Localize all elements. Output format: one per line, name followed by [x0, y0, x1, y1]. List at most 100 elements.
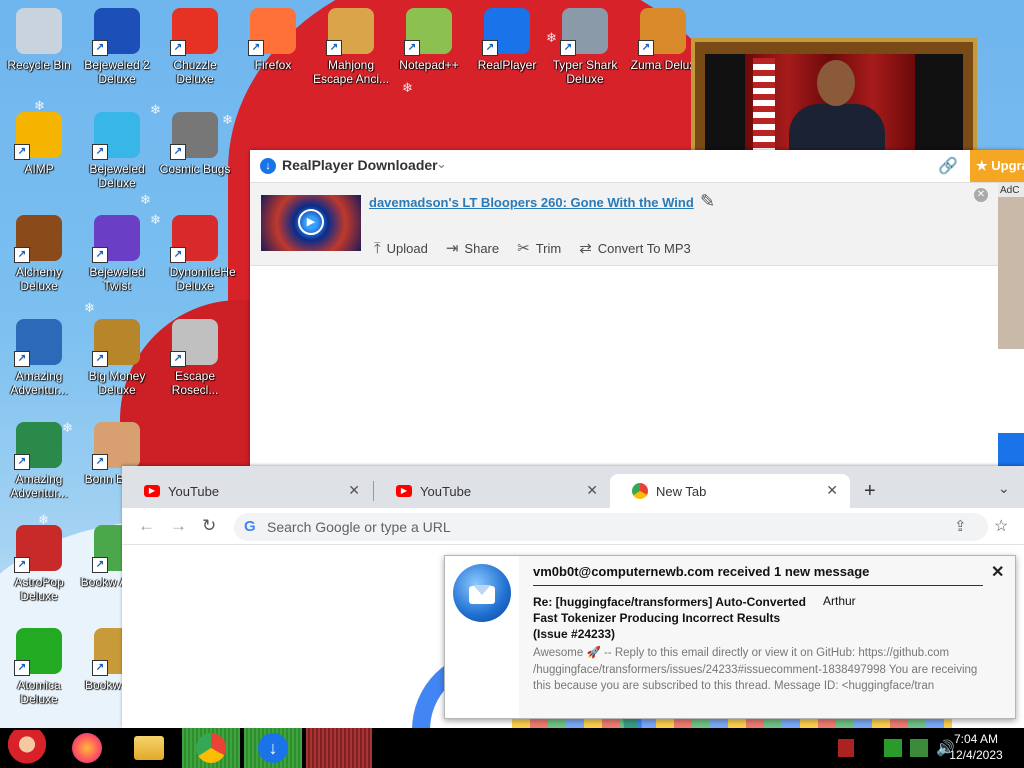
tab-youtube-2[interactable]: ▶ YouTube ✕ [374, 474, 610, 508]
desktop-icon[interactable]: ↗ Escape Rosecl... [156, 311, 234, 411]
upload-button[interactable]: ⤒ Upload [374, 239, 428, 257]
taskbar: ↓ 🔊 7:04 AM 12/4/2023 [0, 728, 1024, 768]
tray-network-icon[interactable] [910, 739, 928, 757]
desktop-icon[interactable]: ↗ Amazing Adventur... [0, 414, 78, 514]
ad-label: AdC [1000, 185, 1020, 196]
desktop-icon[interactable]: ↗ Bejeweled Deluxe [78, 104, 156, 204]
share-button[interactable]: ⇥ Share [446, 239, 499, 257]
ad-video[interactable] [998, 197, 1024, 349]
shortcut-arrow-icon: ↗ [14, 454, 30, 470]
back-arrow-icon[interactable]: ← [138, 516, 155, 536]
upload-label: Upload [386, 240, 428, 256]
app-shortcut-icon: ↗ [326, 8, 374, 56]
omnibox[interactable]: G Search Google or type a URL ⇪ [234, 513, 988, 541]
desktop-icon[interactable]: ↗ Firefox [234, 0, 312, 100]
upload-icon: ⤒ [374, 239, 381, 257]
trim-label: Trim [535, 240, 562, 256]
link-icon[interactable]: 🔗 [938, 156, 958, 176]
desktop-icon[interactable]: ↗ Atomica Deluxe [0, 620, 78, 720]
tab-close-icon[interactable]: ✕ [586, 482, 598, 499]
desktop-icon[interactable]: ↗ RealPlayer [468, 0, 546, 100]
portrait-photo-widget[interactable] [691, 38, 977, 158]
tab-title: New Tab [656, 483, 707, 499]
realplayer-titlebar[interactable]: ↓ RealPlayer Downloader ⌄ 🔗 [250, 150, 1024, 183]
taskbar-file-explorer[interactable] [120, 728, 178, 768]
desktop-icon-label: He [220, 265, 236, 279]
app-shortcut-icon: ↗ [560, 8, 608, 56]
desktop-icon[interactable]: ↗ Chuzzle Deluxe [156, 0, 234, 100]
taskbar-firefox[interactable] [58, 728, 116, 768]
desktop-icon[interactable]: ↗ AIMP [0, 104, 78, 204]
reload-icon[interactable]: ↻ [202, 516, 216, 536]
google-g-icon: G [244, 518, 256, 535]
system-tray: 🔊 [838, 736, 955, 760]
video-title-link[interactable]: davemadson's LT Bloopers 260: Gone With … [369, 195, 694, 210]
tab-close-icon[interactable]: ✕ [348, 482, 360, 499]
convert-to-mp3-button[interactable]: ⇄ Convert To MP3 [579, 239, 691, 257]
desktop-icon-label: Typer Shark Deluxe [552, 58, 618, 86]
desktop-icon[interactable]: ↗ Mahjong Escape Anci... [312, 0, 390, 100]
desktop-icon[interactable]: ↗ Notepad++ [390, 0, 468, 100]
desktop-icon[interactable]: ↗ Bejeweled 2 Deluxe [78, 0, 156, 100]
tab-search-chevron-icon[interactable]: ⌄ [998, 480, 1010, 497]
tab-new-tab[interactable]: New Tab ✕ [610, 474, 850, 508]
shortcut-arrow-icon: ↗ [92, 351, 108, 367]
tab-youtube-1[interactable]: ▶ YouTube ✕ [122, 474, 372, 508]
notification-icon-area [445, 556, 519, 718]
desktop-icon[interactable]: He [208, 207, 248, 307]
ad-panel[interactable]: AdC [998, 183, 1024, 349]
app-shortcut-icon: ↗ [404, 8, 452, 56]
desktop-icon[interactable]: ↗ Typer Shark Deluxe [546, 0, 624, 100]
taskbar-chrome[interactable] [182, 728, 240, 768]
close-icon[interactable]: ✕ [991, 562, 1004, 582]
app-shortcut-icon: ↗ [14, 215, 62, 263]
tab-close-icon[interactable]: ✕ [826, 482, 838, 499]
desktop-icon[interactable]: Recycle Bin [0, 0, 78, 100]
app-shortcut-icon: ↗ [92, 8, 140, 56]
tray-security-icon[interactable] [884, 739, 902, 757]
share-page-icon[interactable]: ⇪ [954, 517, 967, 535]
thunderbird-notification[interactable]: vm0b0t@computernewb.com received 1 new m… [444, 555, 1016, 719]
upgrade-button[interactable]: ★ Upgra [970, 150, 1024, 182]
ad-banner[interactable] [998, 433, 1024, 466]
desktop-icon-label: Bejeweled Twist [89, 265, 145, 293]
shortcut-arrow-icon: ↗ [170, 144, 186, 160]
desktop-icon-label: Alchemy Deluxe [15, 265, 62, 293]
shortcut-arrow-icon: ↗ [326, 40, 342, 56]
desktop-icon-label: Amazing Adventur... [10, 369, 68, 397]
desktop-icon-label: Atomica Deluxe [17, 678, 61, 706]
desktop-icon[interactable]: ↗ AstroPop Deluxe [0, 517, 78, 617]
desktop-icon[interactable]: ↗ Cosmic Bugs [156, 104, 234, 204]
close-icon[interactable]: ✕ [974, 188, 988, 202]
tray-app-icon[interactable] [838, 739, 854, 757]
notification-header: vm0b0t@computernewb.com received 1 new m… [533, 564, 870, 579]
chrome-icon [196, 733, 226, 763]
trim-button[interactable]: ✂ Trim [517, 239, 561, 257]
folder-icon [134, 736, 164, 760]
taskbar-clock[interactable]: 7:04 AM 12/4/2023 [946, 731, 1006, 763]
desktop-icon[interactable]: ↗ Bejeweled Twist [78, 207, 156, 307]
clock-time: 7:04 AM [953, 732, 999, 746]
taskbar-app[interactable] [306, 728, 372, 768]
desktop-icon-label: Bejeweled Deluxe [89, 162, 145, 190]
shortcut-arrow-icon: ↗ [248, 40, 264, 56]
edit-pencil-icon[interactable]: ✎ [700, 191, 715, 212]
app-shortcut-icon: ↗ [14, 319, 62, 367]
portrait-image [705, 54, 963, 154]
desktop-icon[interactable]: ↗ Amazing Adventur... [0, 311, 78, 411]
desktop-icon-label: Firefox [254, 58, 292, 72]
shortcut-arrow-icon: ↗ [92, 247, 108, 263]
bookmark-star-icon[interactable]: ☆ [994, 516, 1008, 536]
download-actions: ⤒ Upload ⇥ Share ✂ Trim ⇄ Convert To MP3 [374, 239, 691, 258]
forward-arrow-icon[interactable]: → [170, 516, 187, 536]
desktop-icon[interactable]: ↗ Alchemy Deluxe [0, 207, 78, 307]
app-shortcut-icon: ↗ [92, 319, 140, 367]
new-tab-plus-icon[interactable]: + [864, 480, 876, 503]
convert-icon: ⇄ [579, 240, 592, 257]
scissors-icon: ✂ [517, 240, 530, 257]
desktop-icon[interactable]: ↗ Big Money Deluxe [78, 311, 156, 411]
video-thumbnail[interactable]: ▶ [261, 195, 361, 251]
start-button-santa-icon[interactable] [4, 730, 50, 766]
taskbar-realplayer-downloader[interactable]: ↓ [244, 728, 302, 768]
chevron-down-icon[interactable]: ⌄ [436, 156, 447, 172]
